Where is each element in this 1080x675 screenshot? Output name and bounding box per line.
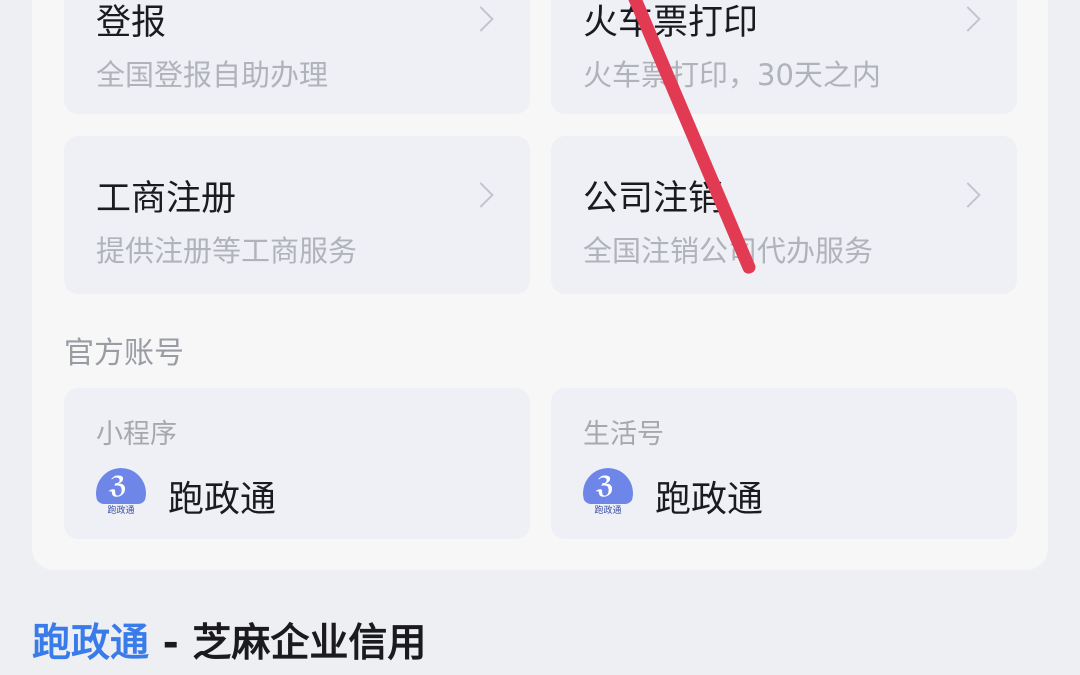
service-title: 公司注销 (583, 179, 724, 219)
account-type-label: 生活号 (583, 419, 664, 450)
page-title: 跑政通 - 芝麻企业信用 (32, 612, 426, 668)
official-account-mini-program[interactable]: 小程序 ℨ 跑政通 跑政通 (64, 388, 530, 539)
service-title: 火车票打印 (583, 3, 759, 43)
chevron-right-icon (468, 6, 494, 32)
service-subtitle: 提供注册等工商服务 (96, 234, 358, 268)
runner-logo-icon: ℨ 跑政通 (96, 468, 146, 518)
page-title-suffix: - 芝麻企业信用 (149, 621, 427, 666)
service-tile-business-registration[interactable]: 工商注册 提供注册等工商服务 (64, 136, 530, 294)
service-tile-train-ticket-print[interactable]: 火车票打印 火车票打印，30天之内 (551, 0, 1017, 114)
service-tile-company-deregistration[interactable]: 公司注销 全国注销公司代办服务 (551, 136, 1017, 294)
account-name: 跑政通 (655, 479, 764, 520)
service-title: 登报 (96, 3, 167, 43)
runner-logo-icon: ℨ 跑政通 (583, 468, 633, 518)
service-subtitle: 火车票打印，30天之内 (583, 58, 881, 92)
service-subtitle: 全国登报自助办理 (96, 58, 329, 92)
official-account-life-account[interactable]: 生活号 ℨ 跑政通 跑政通 (551, 388, 1017, 539)
official-accounts-heading: 官方账号 (64, 336, 184, 371)
service-card: 登报 全国登报自助办理 火车票打印 火车票打印，30天之内 工商注册 提供注册等… (32, 0, 1048, 570)
chevron-right-icon (468, 182, 494, 208)
brand-link[interactable]: 跑政通 (32, 621, 149, 666)
chevron-right-icon (955, 182, 981, 208)
service-tile-newspaper-notice[interactable]: 登报 全国登报自助办理 (64, 0, 530, 114)
service-title: 工商注册 (96, 179, 237, 219)
account-name: 跑政通 (168, 479, 277, 520)
chevron-right-icon (955, 6, 981, 32)
account-type-label: 小程序 (96, 419, 177, 450)
